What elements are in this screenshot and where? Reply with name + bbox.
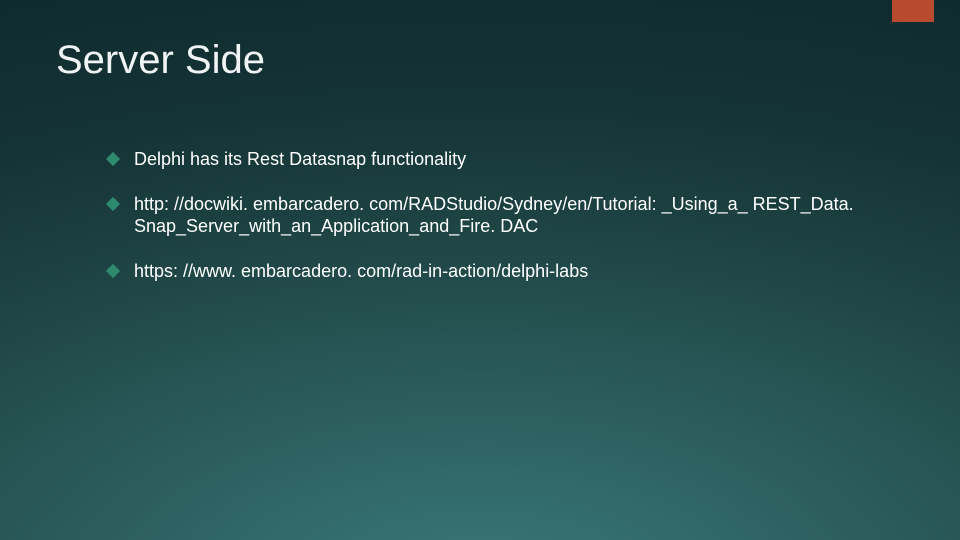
- bullet-diamond-icon: [106, 196, 120, 210]
- accent-bar: [892, 0, 934, 22]
- list-item: http: //docwiki. embarcadero. com/RADStu…: [108, 193, 900, 238]
- page-title: Server Side: [56, 38, 265, 83]
- bullet-diamond-icon: [106, 152, 120, 166]
- bullet-list: Delphi has its Rest Datasnap functionali…: [108, 148, 900, 304]
- bullet-diamond-icon: [106, 263, 120, 277]
- bullet-text: http: //docwiki. embarcadero. com/RADStu…: [134, 193, 900, 238]
- list-item: Delphi has its Rest Datasnap functionali…: [108, 148, 900, 171]
- bullet-text: Delphi has its Rest Datasnap functionali…: [134, 148, 900, 171]
- bullet-text: https: //www. embarcadero. com/rad-in-ac…: [134, 260, 900, 283]
- slide: Server Side Delphi has its Rest Datasnap…: [0, 0, 960, 540]
- list-item: https: //www. embarcadero. com/rad-in-ac…: [108, 260, 900, 283]
